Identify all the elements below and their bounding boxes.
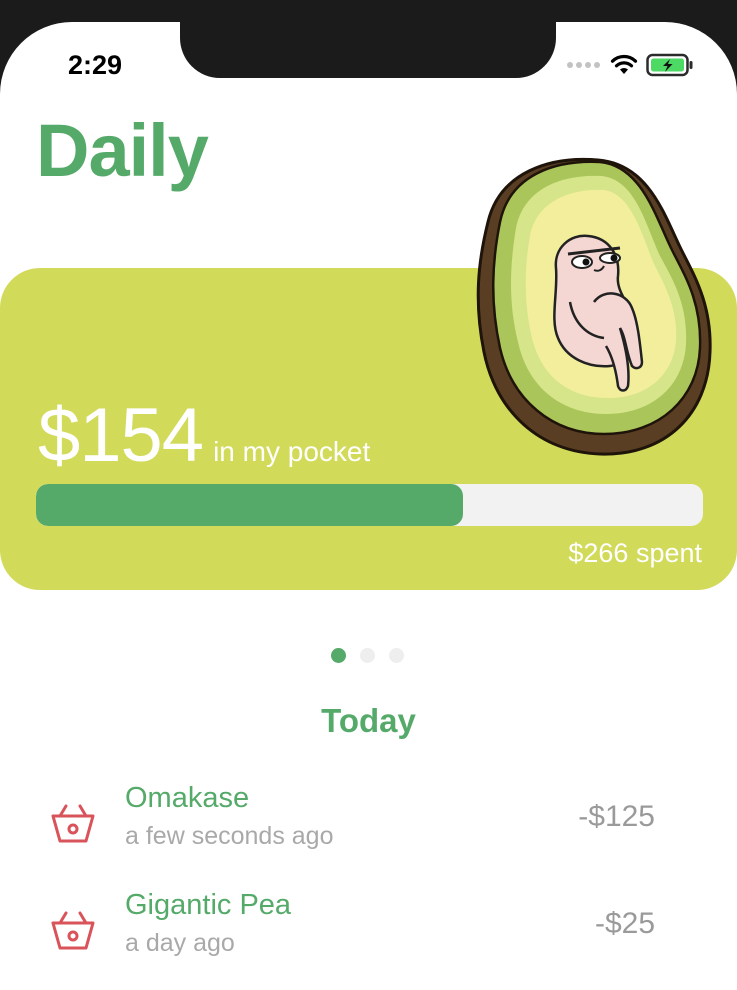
section-title-today: Today — [321, 702, 416, 739]
status-icons — [566, 52, 694, 78]
status-time: 2:29 — [68, 50, 123, 80]
avocado-illustration — [476, 157, 712, 456]
page-dot-3[interactable] — [389, 648, 404, 663]
signal-dots-icon — [567, 62, 600, 68]
page-title: Daily — [36, 109, 209, 192]
page-dot-1[interactable] — [331, 648, 346, 663]
page-dot-2[interactable] — [360, 648, 375, 663]
transaction-row[interactable]: Omakase a few seconds ago -$125 — [0, 782, 737, 862]
page-indicator[interactable] — [331, 648, 404, 663]
wifi-icon — [610, 54, 638, 74]
balance-caption: in my pocket — [213, 436, 371, 467]
transaction-name: Omakase — [125, 782, 250, 814]
transaction-amount: -$125 — [578, 800, 655, 833]
transaction-row[interactable]: Gigantic Pea a day ago -$25 — [0, 889, 737, 969]
spent-label: $266 spent — [568, 538, 702, 568]
balance-row: $154 in my pocket — [38, 392, 370, 479]
basket-icon — [51, 911, 95, 950]
phone-screen: 2:29 Daily $154 in my pocket $266 spent … — [0, 22, 737, 990]
spending-progress-bar — [36, 484, 703, 526]
transaction-time: a day ago — [125, 929, 235, 957]
spending-progress-fill — [36, 484, 463, 526]
basket-icon — [51, 804, 95, 843]
notch — [180, 22, 556, 78]
transaction-amount: -$25 — [594, 907, 655, 940]
transaction-name: Gigantic Pea — [125, 889, 292, 921]
transaction-time: a few seconds ago — [125, 822, 334, 850]
battery-charging-icon — [646, 53, 693, 77]
balance-amount: $154 — [38, 393, 204, 478]
